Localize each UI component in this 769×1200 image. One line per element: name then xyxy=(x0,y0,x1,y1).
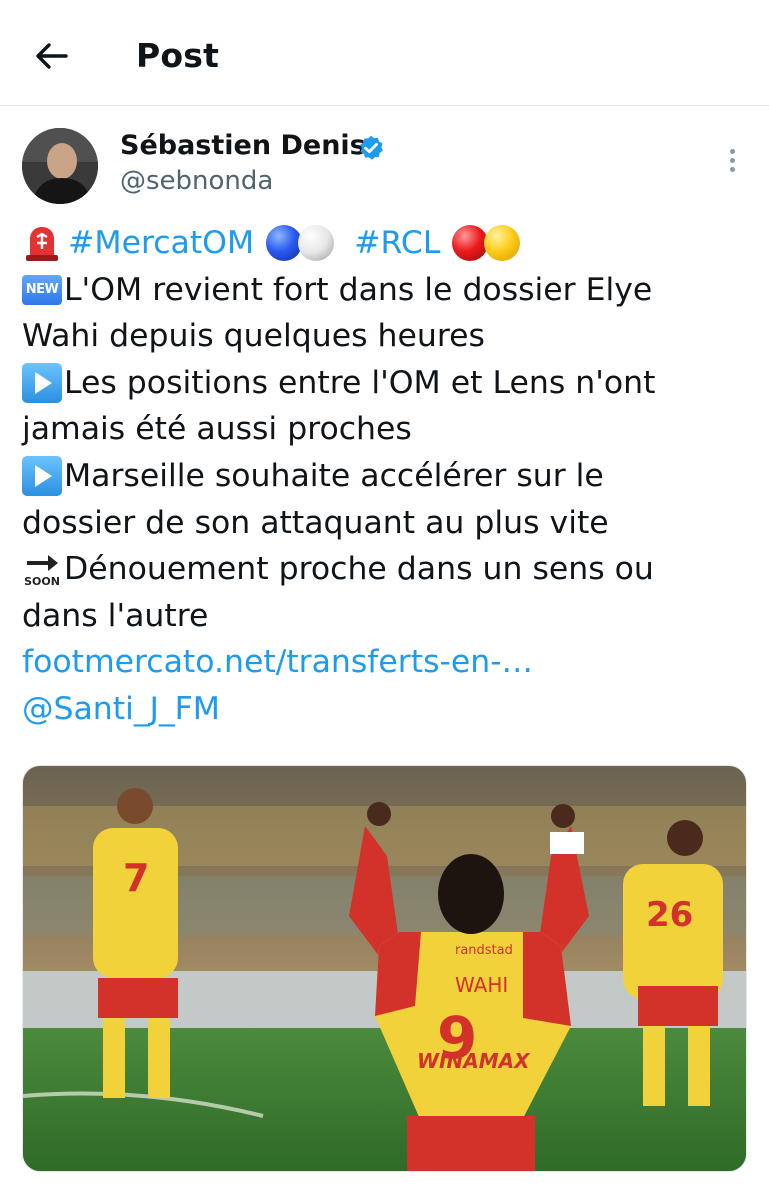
tweet-line-1: #MercatOM #RCL xyxy=(22,220,747,267)
tweet-line-3: Wahi depuis quelques heures xyxy=(22,318,485,355)
hashtag-mercatom[interactable]: #MercatOM xyxy=(68,220,254,267)
tweet-text: #MercatOM #RCL NEW L'OM revient fort dan… xyxy=(22,220,747,733)
tweet-line-6: Marseille souhaite accélérer sur le xyxy=(22,453,747,500)
tweet-image[interactable]: 7 26 randstad WAHI 9 WINAMAX xyxy=(22,765,747,1172)
hashtag-rcl[interactable]: #RCL xyxy=(354,220,440,267)
back-button[interactable] xyxy=(30,34,74,78)
svg-text:7: 7 xyxy=(123,856,149,900)
verified-badge-icon xyxy=(360,135,383,160)
siren-icon xyxy=(22,223,62,263)
more-vertical-icon xyxy=(729,148,735,154)
tweet-line-9: dans l'autre xyxy=(22,597,209,634)
tweet-line-2: NEW L'OM revient fort dans le dossier El… xyxy=(22,267,747,314)
svg-text:WAHI: WAHI xyxy=(455,973,508,997)
svg-text:WINAMAX: WINAMAX xyxy=(417,1049,531,1073)
svg-text:SOON: SOON xyxy=(24,575,60,588)
avatar[interactable] xyxy=(22,128,98,204)
blue-circle-icon xyxy=(266,225,303,262)
yellow-circle-icon xyxy=(484,225,521,262)
mention-link[interactable]: @Santi_J_FM xyxy=(22,686,747,733)
author-handle[interactable]: @sebnonda xyxy=(120,166,273,196)
svg-text:26: 26 xyxy=(646,895,693,935)
red-circle-icon xyxy=(452,225,489,262)
author-name[interactable]: Sébastien Denis xyxy=(120,130,366,161)
white-circle-icon xyxy=(298,225,335,262)
new-badge-icon: NEW xyxy=(22,274,62,305)
page-title: Post xyxy=(136,36,220,75)
back-arrow-icon xyxy=(36,43,68,69)
article-link[interactable]: footmercato.net/transferts-en-… xyxy=(22,639,747,686)
more-options-button[interactable] xyxy=(718,142,746,178)
tweet-line-8: SOON Dénouement proche dans un sens ou xyxy=(22,546,747,593)
tweet-line-7: dossier de son attaquant au plus vite xyxy=(22,504,609,541)
svg-text:randstad: randstad xyxy=(455,943,513,958)
tweet-line-5: jamais été aussi proches xyxy=(22,411,412,448)
tweet-line-4: Les positions entre l'OM et Lens n'ont xyxy=(22,360,747,407)
soon-arrow-icon: SOON xyxy=(22,549,62,589)
play-button-icon xyxy=(22,363,62,404)
top-bar: Post xyxy=(0,0,769,106)
play-button-icon xyxy=(22,456,62,497)
